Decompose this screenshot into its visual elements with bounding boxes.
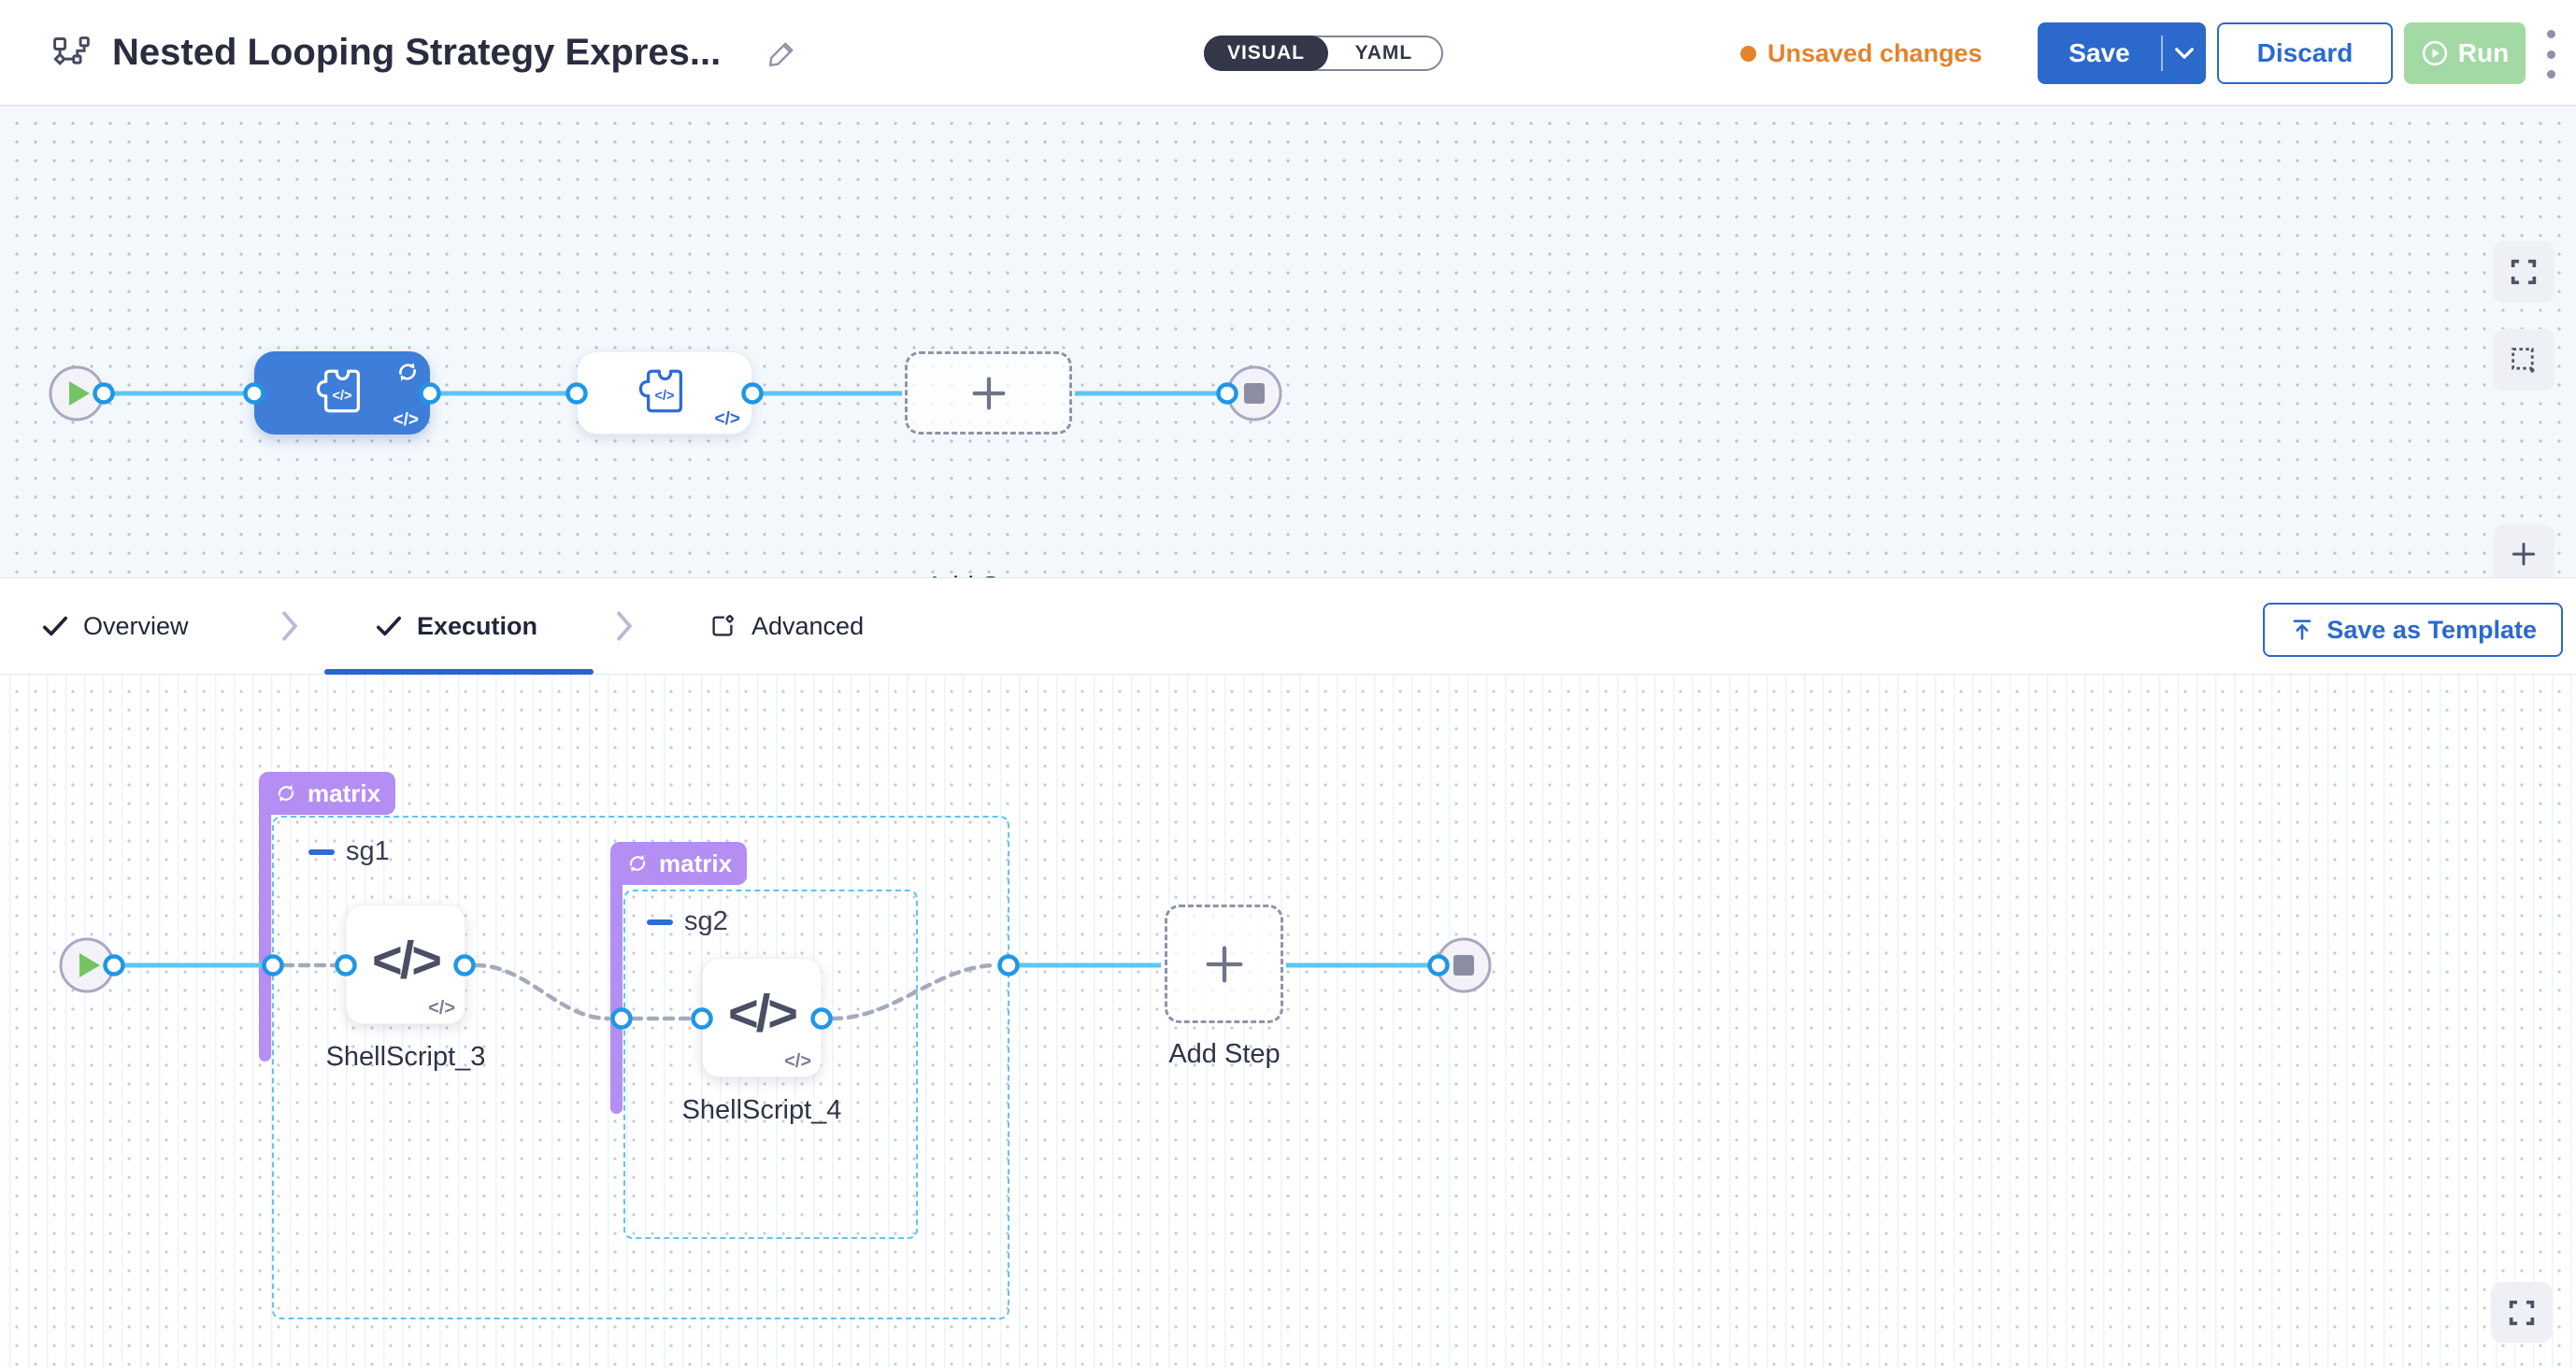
upload-icon	[2289, 617, 2315, 643]
save-split-button: Save	[2038, 22, 2206, 84]
visual-yaml-toggle: VISUAL YAML	[1204, 36, 1443, 71]
chevron-right-icon	[614, 610, 635, 647]
step-node-shellscript-4[interactable]: </> </>	[702, 958, 822, 1077]
collapse-icon[interactable]	[308, 849, 335, 855]
start-node	[50, 367, 103, 420]
fullscreen-button[interactable]	[2491, 1282, 2553, 1343]
header: Nested Looping Strategy Expres... VISUAL…	[0, 0, 2576, 107]
svg-text:</>: </>	[655, 389, 675, 404]
edit-title-icon[interactable]	[766, 37, 798, 69]
stage-graph-canvas[interactable]: </> </> custom_stage </> </>	[0, 107, 2576, 577]
active-tab-underline	[324, 669, 594, 675]
save-as-template-button[interactable]: Save as Template	[2263, 603, 2563, 657]
stepgroup-sg1-bar	[259, 802, 271, 1062]
code-badge-icon: </>	[428, 998, 455, 1019]
marquee-select-icon	[2508, 344, 2540, 376]
advanced-gear-doc-icon	[708, 612, 737, 640]
check-icon	[376, 615, 402, 637]
plus-icon	[967, 372, 1010, 415]
save-button[interactable]: Save	[2038, 38, 2161, 68]
custom-stage-icon: </>	[637, 365, 693, 420]
code-badge-icon: </>	[394, 410, 419, 431]
run-button[interactable]: Run	[2404, 22, 2526, 84]
unsaved-text: Unsaved changes	[1767, 39, 1982, 68]
run-label: Run	[2458, 38, 2509, 68]
toggle-yaml[interactable]: YAML	[1326, 37, 1441, 69]
step-label: ShellScript_3	[275, 1042, 537, 1073]
tab-execution[interactable]: Execution	[376, 578, 537, 674]
pipeline-studio: Nested Looping Strategy Expres... VISUAL…	[0, 0, 2576, 1368]
chevron-right-icon	[279, 610, 300, 647]
add-stage-button[interactable]	[905, 351, 1072, 435]
stage-node-custom-stage[interactable]: </> </>	[254, 351, 430, 435]
loop-icon	[274, 781, 298, 805]
execution-graph-canvas[interactable]: matrix sg1 matrix sg2 </> </> Shell	[0, 675, 2576, 1368]
matrix-badge-sg2[interactable]: matrix	[610, 842, 747, 885]
step-label: ShellScript_4	[631, 1095, 893, 1126]
fullscreen-icon	[2506, 1297, 2538, 1329]
matrix-badge-sg1[interactable]: matrix	[259, 772, 395, 815]
fullscreen-icon	[2508, 256, 2540, 288]
collapse-icon[interactable]	[647, 919, 673, 925]
more-options-button[interactable]	[2540, 30, 2561, 78]
zoom-in-button[interactable]	[2493, 524, 2555, 584]
check-icon	[42, 615, 68, 637]
svg-text:</>: </>	[333, 389, 352, 404]
code-badge-icon: </>	[784, 1051, 811, 1073]
pipeline-icon	[50, 34, 92, 75]
chevron-down-icon	[2174, 47, 2195, 60]
looping-strategy-icon	[394, 359, 421, 390]
discard-button[interactable]: Discard	[2217, 22, 2393, 84]
start-node	[61, 939, 113, 991]
toggle-visual[interactable]: VISUAL	[1204, 36, 1328, 71]
save-dropdown-button[interactable]	[2163, 47, 2206, 60]
unsaved-dot-icon	[1740, 46, 1756, 62]
stage-node-cs0[interactable]: </> </>	[577, 351, 752, 435]
step-node-shellscript-3[interactable]: </> </>	[346, 905, 465, 1024]
loop-icon	[625, 851, 650, 876]
tab-advanced[interactable]: Advanced	[708, 578, 864, 674]
fullscreen-button[interactable]	[2493, 241, 2555, 303]
plus-icon	[1200, 940, 1249, 989]
stage-connectors	[0, 107, 2576, 577]
stepgroup-sg2-bar	[610, 874, 623, 1114]
custom-stage-icon: </>	[314, 365, 370, 420]
add-step-button[interactable]	[1165, 905, 1283, 1023]
plus-icon	[2509, 539, 2539, 569]
stage-config-tabbar: Overview Execution Advanced Save as Temp…	[0, 577, 2576, 675]
add-step-label: Add Step	[1094, 1039, 1355, 1070]
multi-select-button[interactable]	[2493, 329, 2555, 391]
tab-overview[interactable]: Overview	[42, 578, 189, 674]
unsaved-changes: Unsaved changes	[1740, 0, 1982, 107]
run-play-icon	[2421, 39, 2449, 67]
stepgroup-sg1-label[interactable]: sg1	[308, 836, 390, 867]
end-node	[1438, 939, 1490, 991]
end-node	[1228, 367, 1281, 420]
shell-script-icon: </>	[372, 929, 439, 990]
page-title: Nested Looping Strategy Expres...	[112, 32, 721, 74]
code-badge-icon: </>	[715, 409, 740, 430]
shell-script-icon: </>	[728, 982, 795, 1043]
stepgroup-sg2-label[interactable]: sg2	[647, 906, 728, 937]
